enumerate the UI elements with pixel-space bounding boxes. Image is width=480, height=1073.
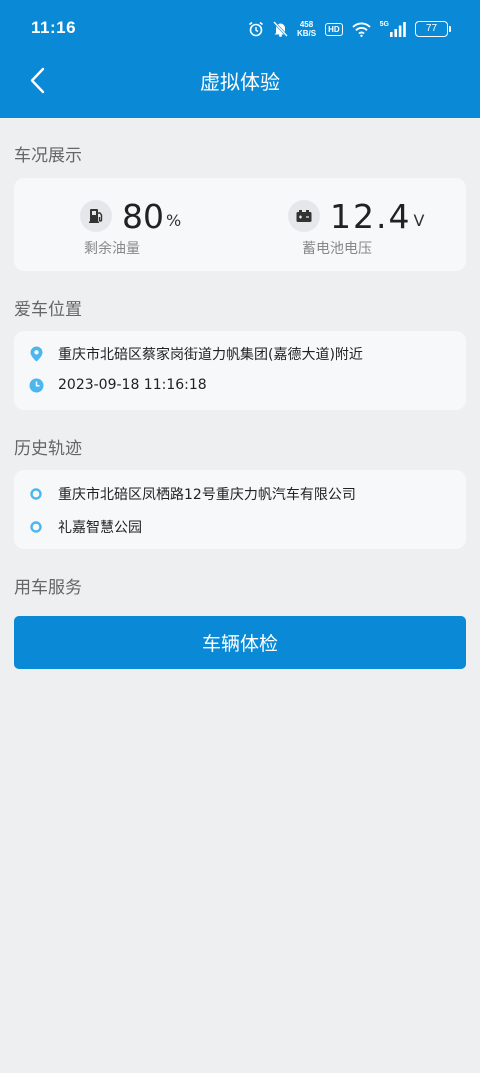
vehicle-check-button[interactable]: 车辆体检: [14, 616, 466, 669]
section-title-history: 历史轨迹: [14, 439, 82, 459]
fuel-icon: [80, 200, 112, 232]
history-item-label: 礼嘉智慧公园: [58, 520, 142, 536]
mute-bell-icon: [273, 21, 288, 37]
location-time: 2023-09-18 11:16:18: [58, 377, 207, 393]
alarm-icon: [248, 21, 264, 37]
car-battery-icon: [288, 200, 320, 232]
battery-voltage-stat: 12.4 V 蓄电池电压: [288, 196, 480, 258]
nav-bar: 虚拟体验: [0, 58, 480, 118]
wifi-icon: [351, 22, 371, 37]
speed-value: 458: [299, 20, 314, 29]
fuel-unit: %: [166, 211, 182, 230]
history-item-label: 重庆市北碚区凤栖路12号重庆力帆汽车有限公司: [58, 487, 356, 503]
status-bar: 11:16 458 KB/S HD 5G 77: [0, 0, 480, 58]
history-item: 礼嘉智慧公园: [28, 517, 142, 537]
section-title-vehicle-status: 车况展示: [14, 146, 82, 166]
cellular-signal-icon: 5G: [380, 21, 406, 37]
status-icons: 458 KB/S HD 5G 77: [248, 18, 451, 40]
fuel-label: 剩余油量: [84, 241, 140, 257]
speed-unit: KB/S: [296, 29, 317, 38]
hd-badge: HD: [325, 22, 343, 36]
app-header: 11:16 458 KB/S HD 5G 77 虚拟体验: [0, 0, 480, 118]
location-card[interactable]: 重庆市北碚区蔡家岗街道力帆集团(嘉德大道)附近 2023-09-18 11:16…: [14, 331, 466, 410]
dot-icon: [28, 486, 44, 502]
fuel-value: 80: [122, 196, 164, 236]
network-type: 5G: [379, 21, 389, 28]
location-address-row: 重庆市北碚区蔡家岗街道力帆集团(嘉德大道)附近: [28, 344, 363, 364]
status-time: 11:16: [31, 18, 77, 37]
battery-voltage-value: 12.4: [330, 196, 412, 236]
page-title: 虚拟体验: [200, 70, 280, 94]
battery-voltage-label: 蓄电池电压: [302, 241, 372, 257]
network-speed: 458 KB/S: [297, 20, 316, 38]
vehicle-status-card: 80 % 剩余油量 12.4 V 蓄电池电压: [14, 178, 466, 271]
battery-indicator: 77: [415, 21, 451, 37]
history-card[interactable]: 重庆市北碚区凤栖路12号重庆力帆汽车有限公司 礼嘉智慧公园: [14, 470, 466, 549]
location-pin-icon: [28, 346, 44, 362]
location-time-row: 2023-09-18 11:16:18: [28, 377, 207, 393]
location-address: 重庆市北碚区蔡家岗街道力帆集团(嘉德大道)附近: [58, 347, 363, 363]
battery-voltage-unit: V: [413, 211, 425, 230]
dot-icon: [28, 519, 44, 535]
history-item: 重庆市北碚区凤栖路12号重庆力帆汽车有限公司: [28, 484, 356, 504]
section-title-services: 用车服务: [14, 578, 82, 598]
fuel-stat: 80 % 剩余油量: [80, 196, 280, 258]
clock-icon: [28, 377, 44, 393]
section-title-location: 爱车位置: [14, 300, 82, 320]
